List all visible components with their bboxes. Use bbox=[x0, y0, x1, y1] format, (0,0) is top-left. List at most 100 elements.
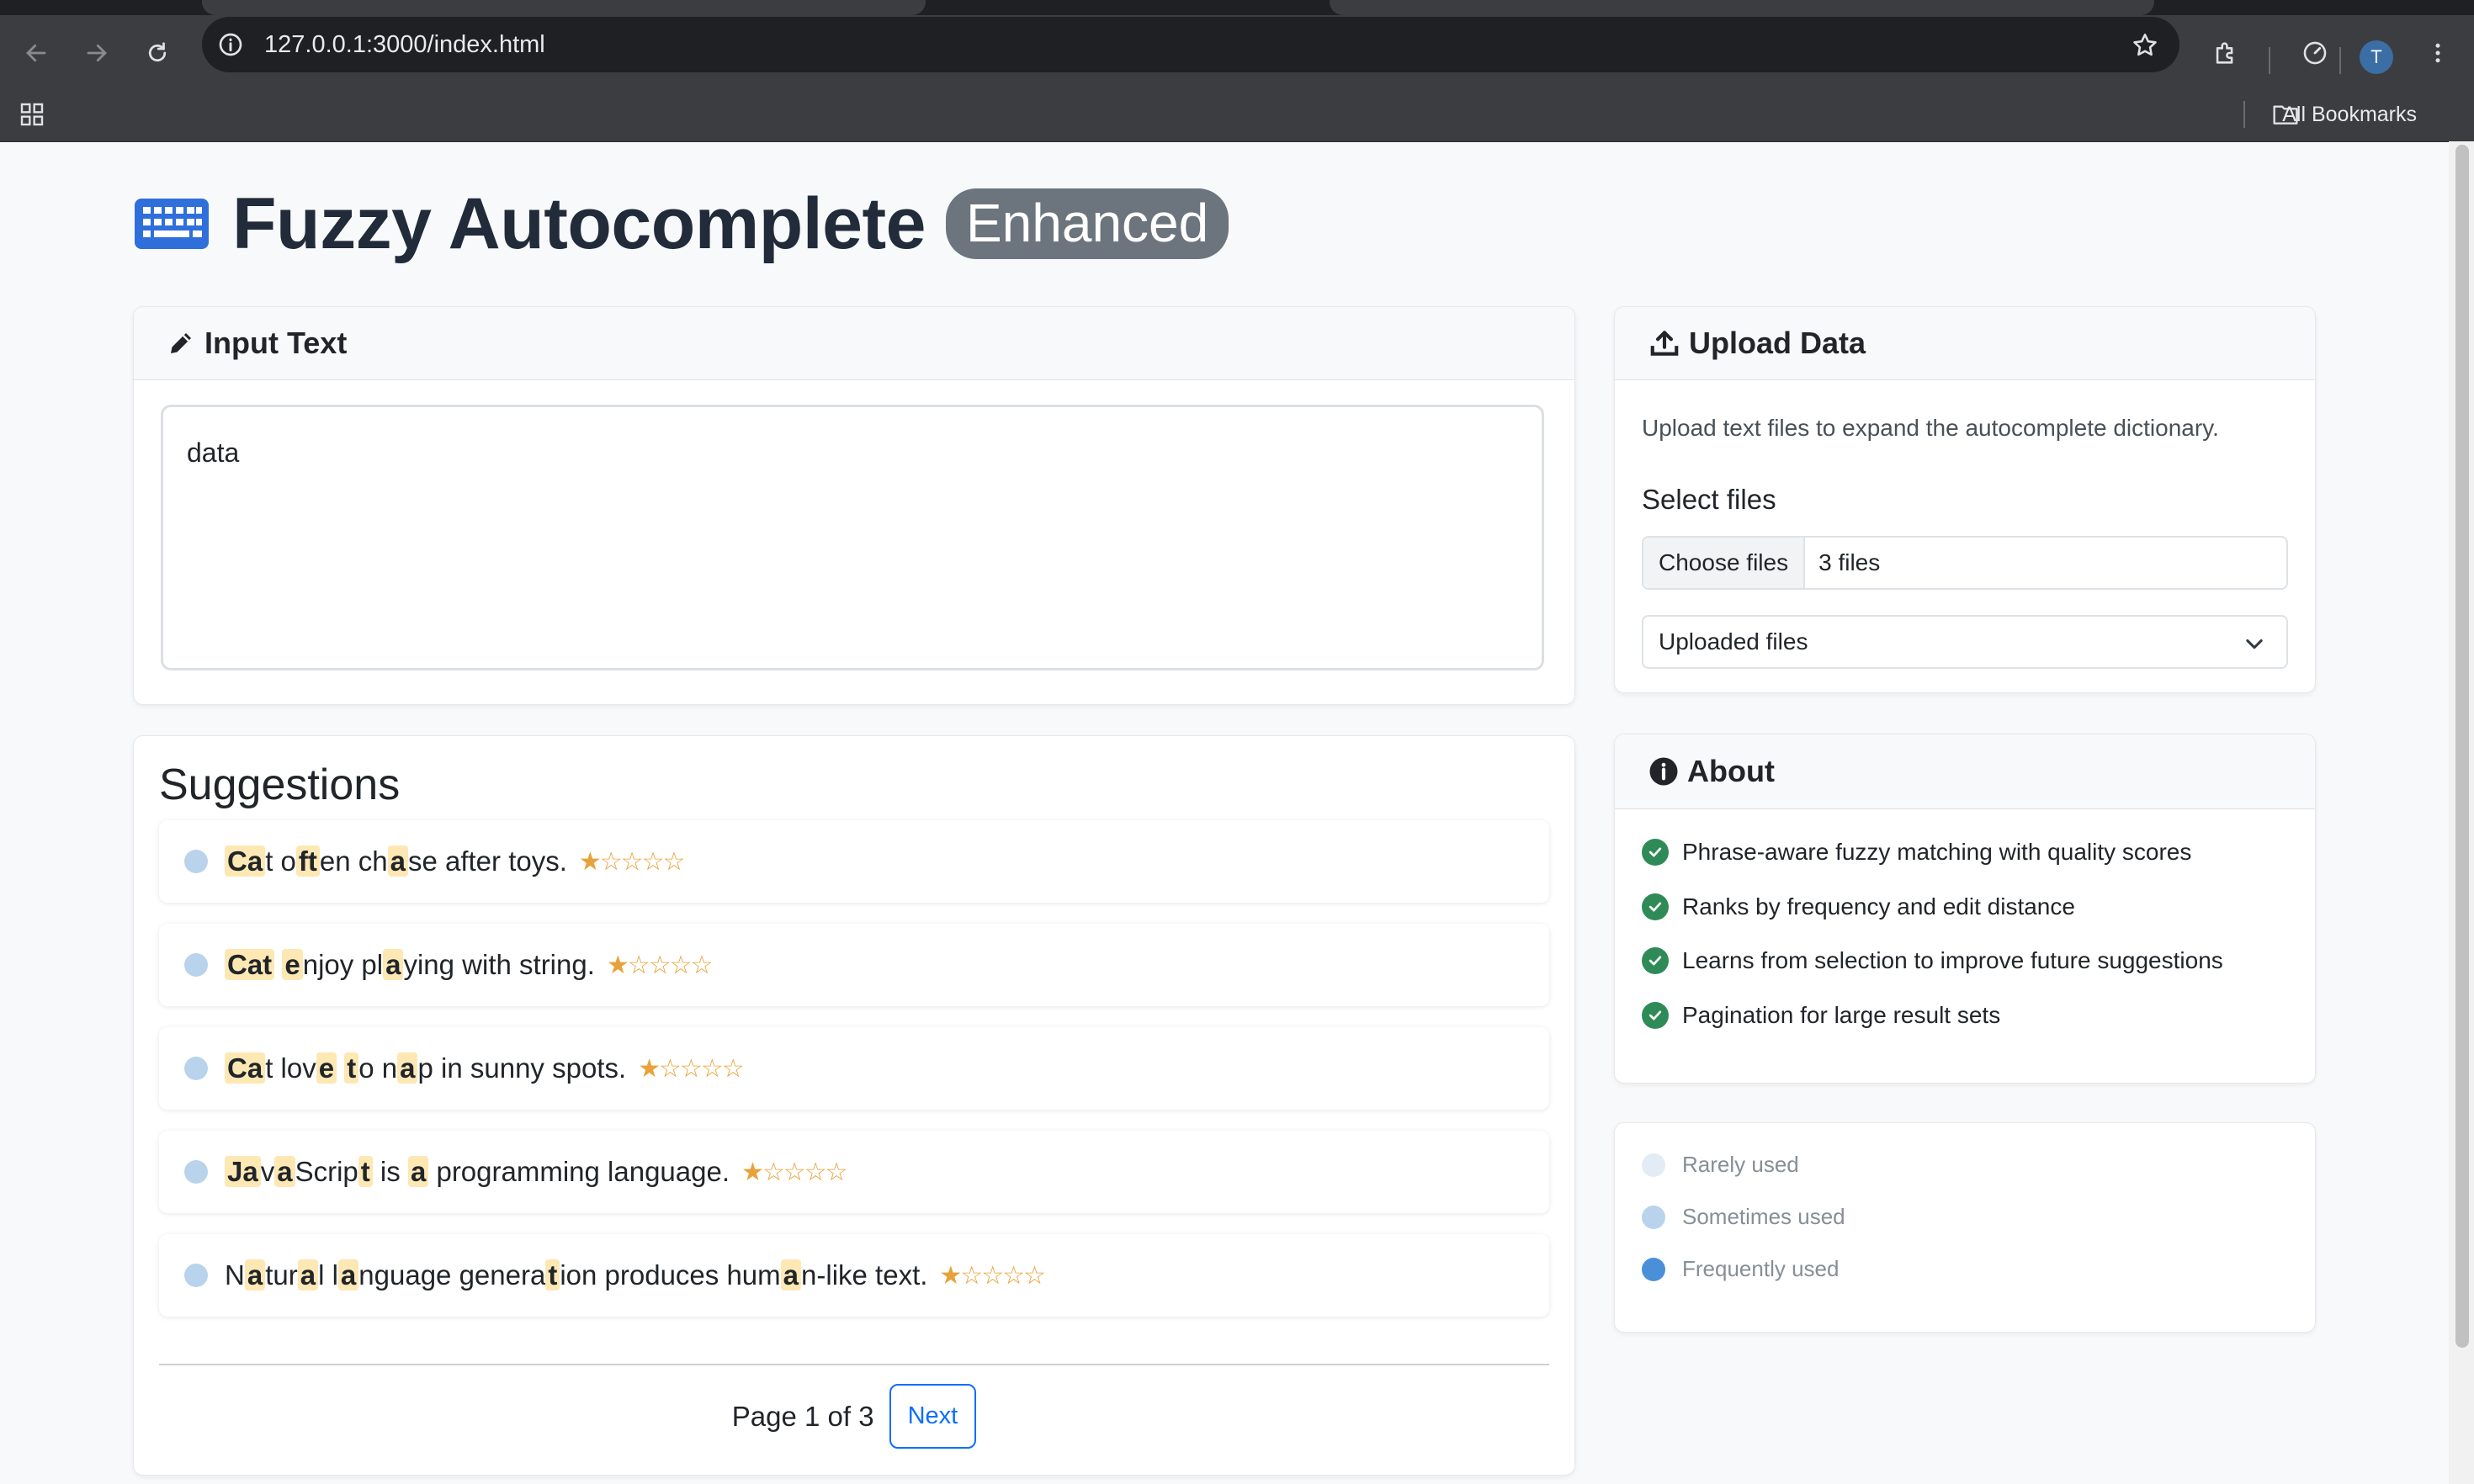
match-highlight: t bbox=[358, 1156, 373, 1187]
match-highlight: a bbox=[407, 1156, 429, 1187]
suggestion-fragment: n-like text. bbox=[801, 1259, 928, 1291]
suggestion-fragment bbox=[337, 1052, 344, 1084]
all-bookmarks-link[interactable]: All Bookmarks bbox=[2282, 87, 2417, 141]
legend-label: Rarely used bbox=[1682, 1152, 1799, 1177]
upload-card-header: Upload Data bbox=[1615, 307, 2315, 380]
uploaded-files-select[interactable]: Uploaded files bbox=[1642, 615, 2288, 669]
more-vertical-icon bbox=[2435, 43, 2440, 63]
about-card: About Phrase-aware fuzzy matching with q… bbox=[1614, 734, 2316, 1084]
profile-avatar[interactable]: T bbox=[2360, 40, 2393, 74]
browser-menu-button[interactable] bbox=[2417, 32, 2459, 74]
legend-card: Rarely used Sometimes used Frequently us… bbox=[1614, 1122, 2316, 1333]
suggestions-title: Suggestions bbox=[159, 761, 401, 809]
suggestion-fragment: ion produces hum bbox=[560, 1259, 781, 1291]
bookmarks-divider bbox=[2243, 101, 2245, 128]
choose-files-button[interactable]: Choose files bbox=[1643, 538, 1806, 588]
suggestion-item[interactable]: Cat often chase after toys. ★☆☆☆☆ bbox=[159, 820, 1549, 903]
legend-item: Rarely used bbox=[1642, 1152, 1799, 1178]
suggestion-item[interactable]: Cat love to nap in sunny spots. ★☆☆☆☆ bbox=[159, 1027, 1549, 1110]
keyboard-icon bbox=[135, 199, 209, 249]
rating-stars: ★☆☆☆☆ bbox=[578, 847, 685, 876]
legend-item: Frequently used bbox=[1642, 1256, 1839, 1282]
upload-icon bbox=[1648, 327, 1680, 359]
pagination-divider bbox=[159, 1364, 1549, 1365]
suggestion-fragment: programming language. bbox=[428, 1156, 730, 1187]
arrow-right-icon bbox=[87, 44, 107, 62]
star-icon[interactable] bbox=[2131, 31, 2159, 60]
url-text: 127.0.0.1:3000/index.html bbox=[264, 31, 545, 58]
suggestion-fragment: se after toys. bbox=[407, 845, 567, 877]
tab-strip bbox=[0, 0, 2474, 15]
match-highlight: a bbox=[387, 845, 408, 877]
suggestion-text: Cat love to nap in sunny spots. bbox=[225, 1052, 626, 1084]
speedometer-icon bbox=[2303, 41, 2327, 65]
feature-item: Phrase-aware fuzzy matching with quality… bbox=[1642, 839, 2191, 866]
suggestion-item[interactable]: Natural language generation produces hum… bbox=[159, 1234, 1549, 1317]
match-highlight: Ca bbox=[225, 1052, 266, 1084]
suggestion-fragment: v bbox=[260, 1156, 275, 1187]
toolbar-divider bbox=[2339, 47, 2341, 74]
match-highlight: Cat bbox=[225, 949, 275, 980]
frequency-dot bbox=[184, 850, 208, 873]
legend-dot bbox=[1642, 1257, 1665, 1281]
browser-tab[interactable] bbox=[202, 0, 926, 15]
pagination: Page 1 of 3 Next bbox=[134, 1384, 1574, 1449]
select-files-label: Select files bbox=[1642, 484, 1776, 515]
page-info: Page 1 of 3 bbox=[731, 1400, 874, 1432]
feature-item: Pagination for large result sets bbox=[1642, 1002, 2000, 1029]
site-info-icon[interactable] bbox=[217, 31, 244, 58]
suggestion-fragment: njoy pl bbox=[302, 949, 384, 980]
check-circle-icon bbox=[1642, 839, 1669, 866]
chevron-down-icon bbox=[2246, 639, 2263, 649]
page-heading: Fuzzy Autocomplete Enhanced bbox=[133, 183, 1229, 264]
feature-item: Learns from selection to improve future … bbox=[1642, 947, 2223, 974]
reload-icon bbox=[148, 42, 167, 62]
check-circle-icon bbox=[1642, 1002, 1669, 1029]
suggestion-fragment: Scrip bbox=[295, 1156, 358, 1187]
file-status: 3 files bbox=[1818, 549, 1881, 575]
info-icon bbox=[1648, 756, 1679, 787]
file-input[interactable]: Choose files 3 files bbox=[1642, 536, 2288, 590]
upload-card: Upload Data Upload text files to expand … bbox=[1614, 306, 2316, 693]
match-highlight: a bbox=[297, 1259, 319, 1291]
suggestion-item[interactable]: JavaScript is a programming language. ★☆… bbox=[159, 1131, 1549, 1213]
browser-tab[interactable] bbox=[1330, 0, 2154, 15]
match-highlight: e bbox=[316, 1052, 337, 1084]
check-circle-icon bbox=[1642, 947, 1669, 974]
input-card: Input Text data bbox=[133, 306, 1575, 705]
reload-button[interactable] bbox=[136, 32, 178, 74]
suggestion-text: JavaScript is a programming language. bbox=[225, 1156, 730, 1188]
suggestion-fragment: t o bbox=[265, 845, 296, 877]
apps-grid-icon[interactable] bbox=[19, 101, 45, 128]
suggestion-fragment: o n bbox=[358, 1052, 398, 1084]
suggestion-fragment: N bbox=[225, 1259, 245, 1291]
uploaded-files-value: Uploaded files bbox=[1659, 628, 1808, 655]
rating-stars: ★☆☆☆☆ bbox=[638, 1054, 744, 1083]
about-card-header: About bbox=[1615, 734, 2315, 809]
suggestion-text: Cat enjoy playing with string. bbox=[225, 949, 595, 981]
extensions-button[interactable] bbox=[2205, 32, 2247, 74]
address-bar[interactable]: 127.0.0.1:3000/index.html bbox=[202, 17, 2179, 72]
rating-stars: ★☆☆☆☆ bbox=[939, 1261, 1045, 1290]
input-card-header: Input Text bbox=[134, 307, 1574, 380]
back-button[interactable] bbox=[15, 32, 57, 74]
suggestion-text: Natural language generation produces hum… bbox=[225, 1259, 927, 1291]
suggestion-fragment: ying with string. bbox=[403, 949, 595, 980]
legend-dot bbox=[1642, 1205, 1665, 1229]
scrollbar-thumb[interactable] bbox=[2455, 145, 2469, 1348]
suggestion-item[interactable]: Cat enjoy playing with string. ★☆☆☆☆ bbox=[159, 924, 1549, 1006]
input-textarea[interactable]: data bbox=[161, 405, 1544, 670]
match-highlight: t bbox=[545, 1259, 560, 1291]
rating-stars: ★☆☆☆☆ bbox=[741, 1158, 847, 1186]
match-highlight: t bbox=[344, 1052, 359, 1084]
performance-button[interactable] bbox=[2294, 32, 2336, 74]
suggestion-fragment: p in sunny spots. bbox=[417, 1052, 627, 1084]
puzzle-icon bbox=[2216, 42, 2233, 64]
forward-button[interactable] bbox=[76, 32, 118, 74]
input-card-title: Input Text bbox=[204, 326, 348, 360]
pencil-icon bbox=[166, 328, 196, 358]
suggestions-card: Suggestions Cat often chase after toys. … bbox=[133, 735, 1575, 1476]
suggestion-fragment: l l bbox=[318, 1259, 338, 1291]
legend-label: Frequently used bbox=[1682, 1256, 1840, 1281]
next-page-button[interactable]: Next bbox=[889, 1384, 977, 1449]
